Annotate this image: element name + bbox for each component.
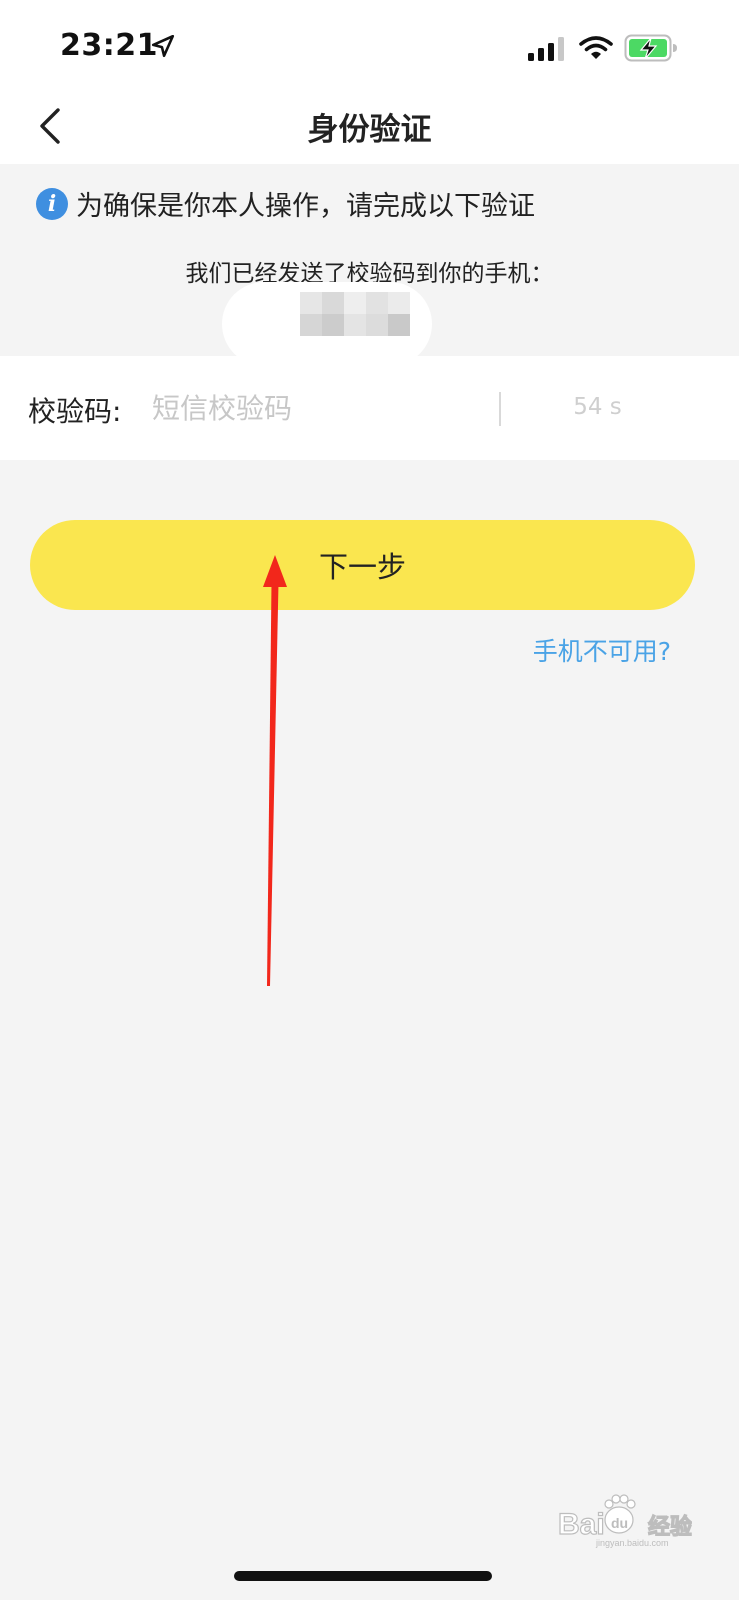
info-icon: i [36,187,68,220]
divider [499,392,501,426]
battery-charging-icon [624,34,677,62]
red-arrow-annotation [263,555,287,986]
phone-mosaic [300,292,420,346]
cellular-signal-icon [528,37,564,61]
resend-countdown: 54 s [573,394,622,420]
next-step-button[interactable]: 下一步 [30,520,695,610]
page-title: 身份验证 [307,112,432,148]
wifi-icon [579,36,613,59]
baidu-watermark: Bai 经验 du jingyan.baidu.com [557,1494,692,1548]
notice-row: i 为确保是你本人操作，请完成以下验证 [36,184,535,223]
verification-code-row: 校验码: 54 s [0,356,739,460]
svg-text:du: du [611,1515,628,1531]
nav-bar: 身份验证 [0,88,739,164]
status-bar: 23:21 [0,0,739,88]
svg-text:经验: 经验 [648,1514,692,1540]
status-time: 23:21 [60,28,158,63]
phone-unavailable-link[interactable]: 手机不可用? [533,632,671,668]
sms-code-input[interactable] [152,382,482,434]
notice-text: 为确保是你本人操作，请完成以下验证 [76,191,535,222]
home-indicator [234,1571,492,1581]
svg-text:Bai: Bai [558,1508,605,1541]
location-arrow-icon [151,34,175,58]
svg-text:jingyan.baidu.com: jingyan.baidu.com [595,1538,669,1548]
verification-screen: 23:21 身份验证 i 为确保是你本人操作，请完成以下验证 我们已经发送了校验… [0,0,739,1600]
info-section: i 为确保是你本人操作，请完成以下验证 我们已经发送了校验码到你的手机： [0,164,739,366]
code-label: 校验码: [28,395,122,428]
